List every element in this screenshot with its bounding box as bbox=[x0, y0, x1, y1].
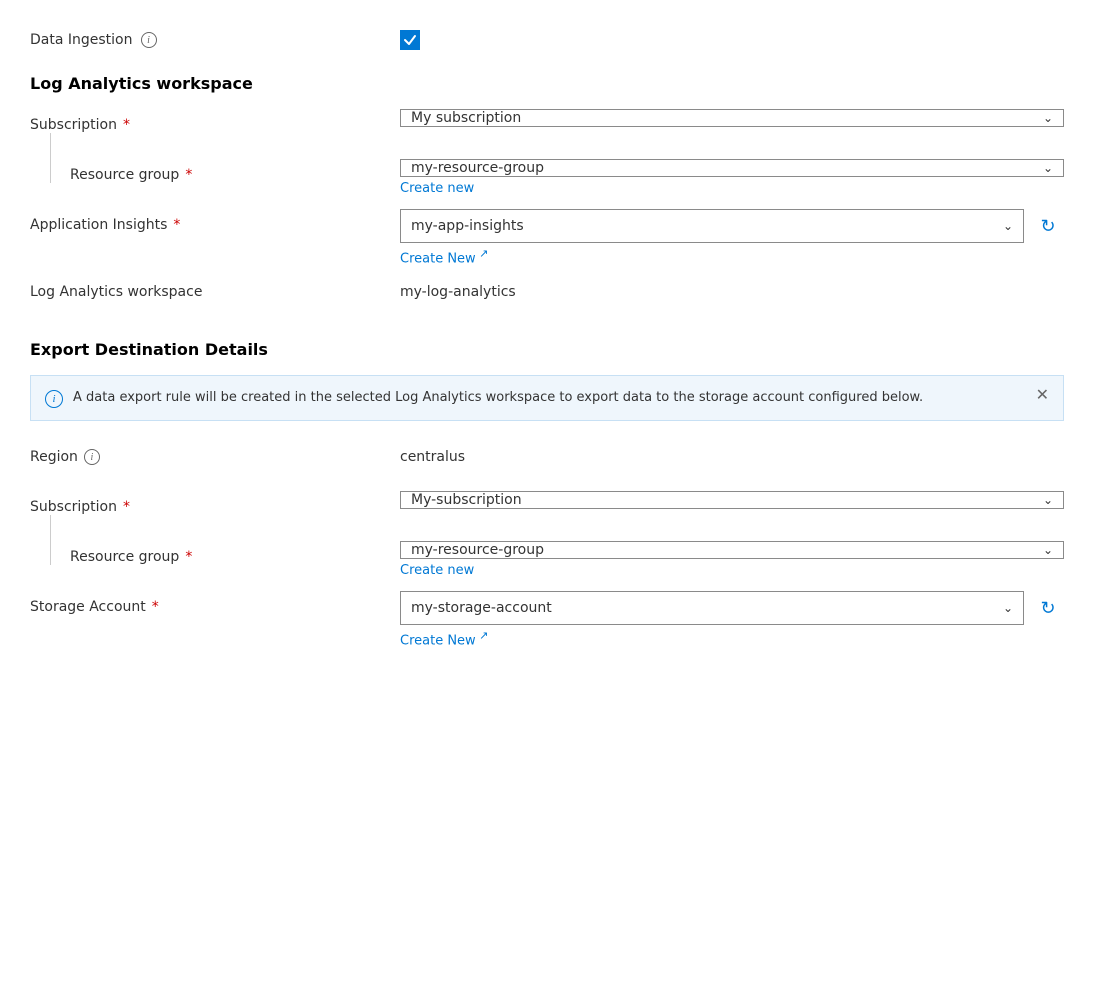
export-subscription-required: * bbox=[123, 499, 130, 515]
la-resource-group-chevron: ⌄ bbox=[1043, 161, 1053, 175]
export-region-row: Region i centralus bbox=[30, 441, 1064, 481]
application-insights-create-link-text: Create New bbox=[400, 251, 476, 266]
storage-refresh-icon: ↻ bbox=[1040, 598, 1055, 619]
storage-account-required: * bbox=[152, 599, 159, 615]
la-subscription-label: Subscription bbox=[30, 117, 117, 133]
external-link-icon: ↗ bbox=[476, 247, 489, 260]
la-resource-group-control: my-resource-group ⌄ Create new bbox=[400, 159, 1064, 196]
banner-info-icon: i bbox=[45, 390, 63, 408]
application-insights-create-link[interactable]: Create New ↗ bbox=[400, 247, 1064, 266]
la-workspace-label: Log Analytics workspace bbox=[30, 284, 202, 300]
la-subscription-chevron: ⌄ bbox=[1043, 111, 1053, 125]
export-region-value: centralus bbox=[400, 441, 1064, 465]
storage-external-link-icon: ↗ bbox=[476, 629, 489, 642]
la-subscription-dropdown[interactable]: My subscription ⌄ bbox=[400, 109, 1064, 127]
storage-account-value: my-storage-account bbox=[411, 600, 552, 616]
storage-account-control: my-storage-account ⌄ ↻ Create New ↗ bbox=[400, 591, 1064, 648]
la-subscription-value: My subscription bbox=[411, 110, 521, 126]
export-subscription-value: My-subscription bbox=[411, 492, 522, 508]
la-resource-group-required: * bbox=[185, 167, 192, 183]
application-insights-value: my-app-insights bbox=[411, 218, 524, 234]
export-resource-group-value: my-resource-group bbox=[411, 542, 544, 558]
export-resource-group-required: * bbox=[185, 549, 192, 565]
storage-account-dropdown[interactable]: my-storage-account ⌄ bbox=[400, 591, 1024, 625]
export-resource-group-dropdown[interactable]: my-resource-group ⌄ bbox=[400, 541, 1064, 559]
export-subscription-row: Subscription * My-subscription ⌄ bbox=[30, 491, 1064, 531]
la-resource-group-label-col: Resource group * bbox=[30, 159, 400, 183]
la-resource-group-dropdown[interactable]: my-resource-group ⌄ bbox=[400, 159, 1064, 177]
la-workspace-value: my-log-analytics bbox=[400, 276, 1064, 300]
export-indent-line bbox=[50, 515, 51, 565]
la-subscription-required: * bbox=[123, 117, 130, 133]
la-indent-line bbox=[50, 133, 51, 183]
application-insights-refresh-button[interactable]: ↻ bbox=[1032, 209, 1064, 243]
export-resource-group-label-col: Resource group * bbox=[30, 541, 400, 565]
checkmark-icon bbox=[403, 33, 417, 47]
export-subscription-control: My-subscription ⌄ bbox=[400, 491, 1064, 509]
application-insights-label: Application Insights bbox=[30, 217, 167, 233]
export-resource-group-create-link[interactable]: Create new bbox=[400, 563, 1064, 578]
export-region-control: centralus bbox=[400, 441, 1064, 465]
data-ingestion-text: Data Ingestion bbox=[30, 32, 133, 48]
storage-account-row: Storage Account * my-storage-account ⌄ ↻… bbox=[30, 591, 1064, 648]
application-insights-dropdown[interactable]: my-app-insights ⌄ bbox=[400, 209, 1024, 243]
data-ingestion-checkbox[interactable] bbox=[400, 30, 420, 50]
application-insights-row: Application Insights * my-app-insights ⌄… bbox=[30, 209, 1064, 266]
la-workspace-control: my-log-analytics bbox=[400, 276, 1064, 300]
la-subscription-row: Subscription * My subscription ⌄ bbox=[30, 109, 1064, 149]
export-subscription-label: Subscription bbox=[30, 499, 117, 515]
export-resource-group-row: Resource group * my-resource-group ⌄ Cre… bbox=[30, 541, 1064, 581]
la-subscription-label-col: Subscription * bbox=[30, 109, 400, 133]
export-resource-group-chevron: ⌄ bbox=[1043, 543, 1053, 557]
la-workspace-row: Log Analytics workspace my-log-analytics bbox=[30, 276, 1064, 316]
la-resource-group-create-link[interactable]: Create new bbox=[400, 181, 1064, 196]
storage-account-label: Storage Account bbox=[30, 599, 146, 615]
storage-account-dropdown-row: my-storage-account ⌄ ↻ bbox=[400, 591, 1064, 625]
data-ingestion-info-icon[interactable]: i bbox=[141, 32, 157, 48]
export-region-label: Region bbox=[30, 449, 78, 465]
export-resource-group-label: Resource group bbox=[70, 549, 179, 565]
log-analytics-section-title: Log Analytics workspace bbox=[30, 74, 1064, 93]
storage-account-refresh-button[interactable]: ↻ bbox=[1032, 591, 1064, 625]
la-resource-group-value: my-resource-group bbox=[411, 160, 544, 176]
export-subscription-label-col: Subscription * bbox=[30, 491, 400, 515]
la-subscription-control: My subscription ⌄ bbox=[400, 109, 1064, 127]
export-info-banner: i A data export rule will be created in … bbox=[30, 375, 1064, 421]
export-subscription-chevron: ⌄ bbox=[1043, 493, 1053, 507]
application-insights-label-col: Application Insights * bbox=[30, 209, 400, 233]
banner-close-button[interactable]: ✕ bbox=[1036, 388, 1049, 404]
application-insights-dropdown-row: my-app-insights ⌄ ↻ bbox=[400, 209, 1064, 243]
data-ingestion-row: Data Ingestion i bbox=[30, 30, 1064, 50]
application-insights-required: * bbox=[173, 217, 180, 233]
application-insights-control: my-app-insights ⌄ ↻ Create New ↗ bbox=[400, 209, 1064, 266]
storage-account-chevron: ⌄ bbox=[1003, 601, 1013, 615]
storage-account-create-link[interactable]: Create New ↗ bbox=[400, 629, 1064, 648]
banner-text: A data export rule will be created in th… bbox=[73, 388, 1026, 408]
storage-account-label-col: Storage Account * bbox=[30, 591, 400, 615]
export-region-label-col: Region i bbox=[30, 441, 400, 465]
export-resource-group-control: my-resource-group ⌄ Create new bbox=[400, 541, 1064, 578]
close-icon: ✕ bbox=[1036, 387, 1049, 404]
la-resource-group-label: Resource group bbox=[70, 167, 179, 183]
la-resource-group-row: Resource group * my-resource-group ⌄ Cre… bbox=[30, 159, 1064, 199]
export-region-info-icon[interactable]: i bbox=[84, 449, 100, 465]
refresh-icon: ↻ bbox=[1040, 216, 1055, 237]
export-subscription-dropdown[interactable]: My-subscription ⌄ bbox=[400, 491, 1064, 509]
data-ingestion-label: Data Ingestion i bbox=[30, 32, 400, 48]
la-workspace-label-col: Log Analytics workspace bbox=[30, 276, 400, 300]
export-section-title: Export Destination Details bbox=[30, 340, 1064, 359]
application-insights-chevron: ⌄ bbox=[1003, 219, 1013, 233]
storage-account-create-link-text: Create New bbox=[400, 634, 476, 649]
